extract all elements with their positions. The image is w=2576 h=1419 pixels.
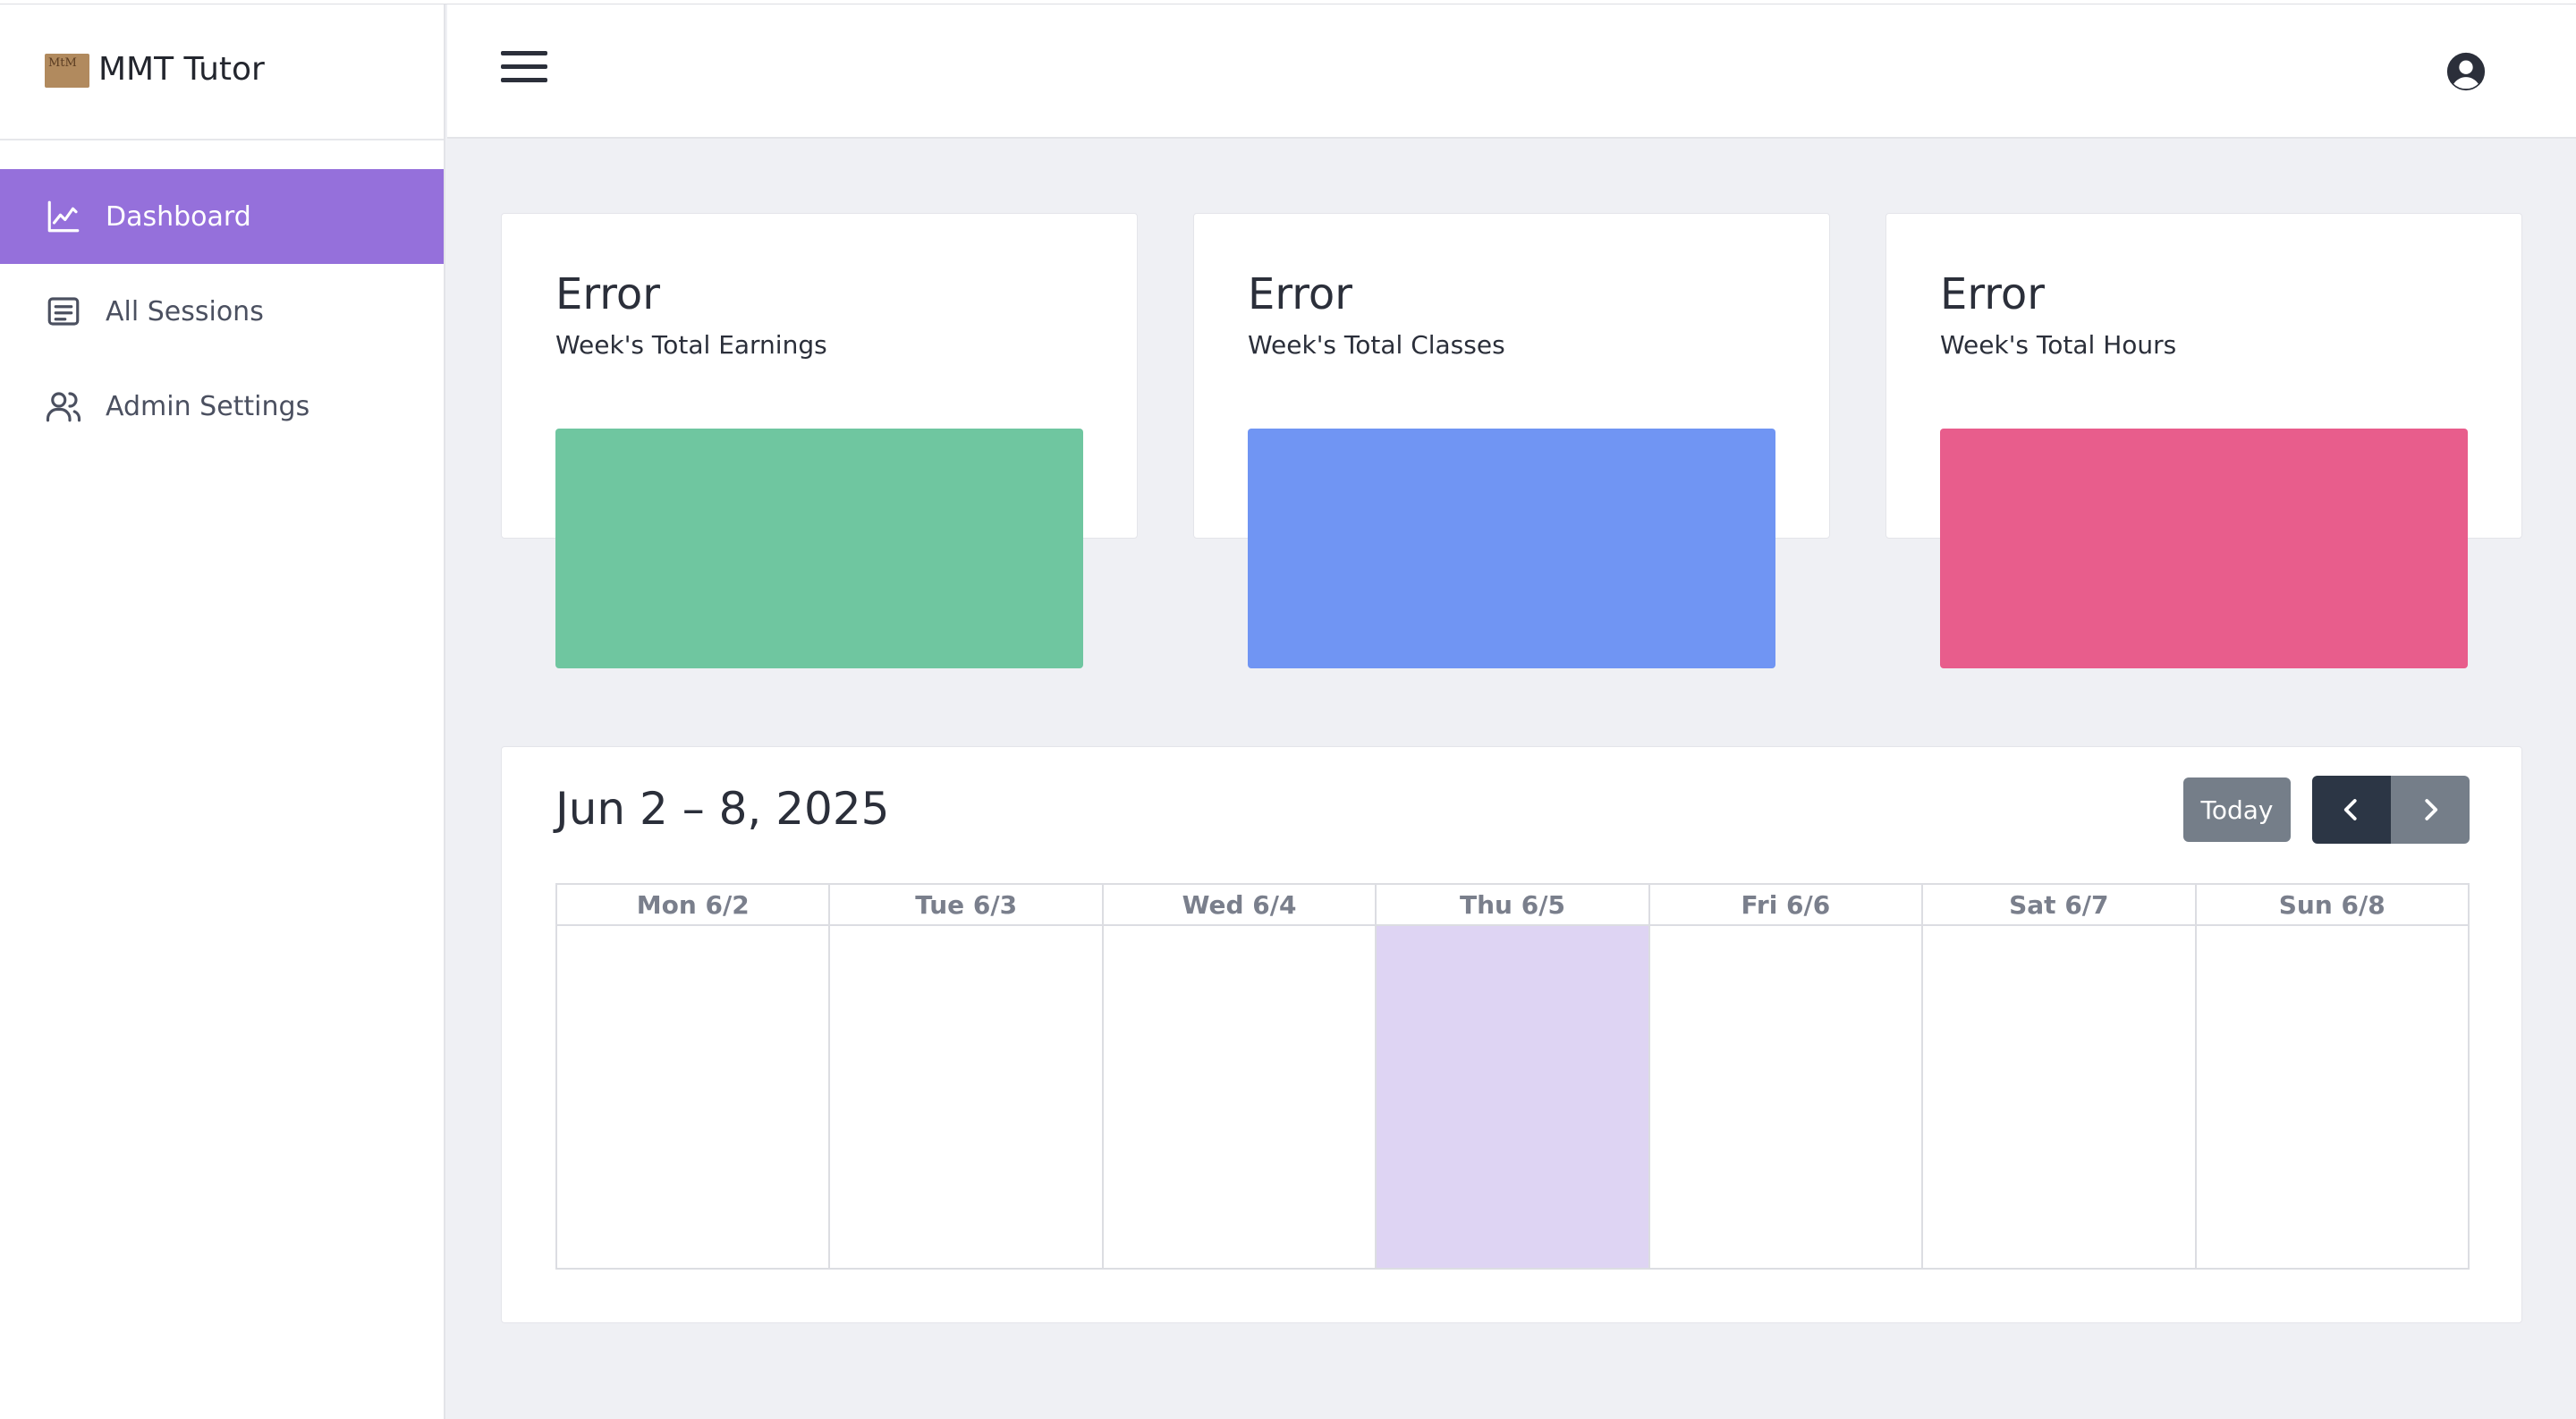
stat-card-earnings: Error Week's Total Earnings bbox=[501, 213, 1138, 668]
day-slot[interactable] bbox=[1923, 926, 2194, 1268]
brand-name: MMT Tutor bbox=[98, 51, 265, 88]
sidebar-item-label: Dashboard bbox=[106, 200, 251, 233]
day-slot[interactable] bbox=[557, 926, 828, 1268]
day-slot[interactable] bbox=[2197, 926, 2468, 1268]
day-header[interactable]: Wed 6/4 bbox=[1103, 885, 1376, 926]
day-column: Wed 6/4 bbox=[1103, 885, 1377, 1268]
stat-value: Error bbox=[555, 269, 660, 319]
sidebar-item-all-sessions[interactable]: All Sessions bbox=[0, 264, 444, 359]
day-header[interactable]: Mon 6/2 bbox=[557, 885, 829, 926]
stat-label: Week's Total Hours bbox=[1940, 330, 2177, 360]
day-column: Mon 6/2 bbox=[557, 885, 831, 1268]
stat-card-hours: Error Week's Total Hours bbox=[1885, 213, 2522, 668]
stat-color-block bbox=[1940, 429, 2468, 668]
day-column: Tue 6/3 bbox=[830, 885, 1104, 1268]
day-header[interactable]: Tue 6/3 bbox=[830, 885, 1102, 926]
brand-logo-text: MtM bbox=[48, 56, 77, 70]
day-column: Fri 6/6 bbox=[1649, 885, 1924, 1268]
hamburger-icon[interactable] bbox=[501, 51, 547, 89]
day-column: Sun 6/8 bbox=[2196, 885, 2468, 1268]
brand-logo: MtM bbox=[45, 54, 89, 88]
day-header[interactable]: Fri 6/6 bbox=[1649, 885, 1922, 926]
list-icon bbox=[47, 297, 80, 326]
top-bar bbox=[447, 4, 2576, 139]
sidebar-item-label: All Sessions bbox=[106, 295, 264, 327]
sidebar-item-dashboard[interactable]: Dashboard bbox=[0, 169, 444, 264]
week-calendar: Jun 2 – 8, 2025 Today Mon 6/2 Tue 6/3 We… bbox=[501, 746, 2522, 1323]
sidebar-item-admin-settings[interactable]: Admin Settings bbox=[0, 359, 444, 454]
user-circle-icon[interactable] bbox=[2445, 51, 2487, 92]
day-column: Sat 6/7 bbox=[1923, 885, 2197, 1268]
day-slot[interactable] bbox=[830, 926, 1101, 1268]
day-column: Thu 6/5 bbox=[1377, 885, 1650, 1268]
sidebar-nav: Dashboard All Sessions Admin Settings bbox=[0, 169, 444, 454]
stat-card-classes: Error Week's Total Classes bbox=[1193, 213, 1830, 668]
users-icon bbox=[46, 392, 81, 422]
app-root: MtM MMT Tutor Dashboard All Sessions Adm… bbox=[0, 0, 2576, 1419]
sidebar-item-label: Admin Settings bbox=[106, 390, 310, 422]
stat-label: Week's Total Classes bbox=[1248, 330, 1505, 360]
stat-value: Error bbox=[1940, 269, 2045, 319]
chevron-left-icon bbox=[2343, 799, 2357, 820]
day-header[interactable]: Sun 6/8 bbox=[2196, 885, 2468, 926]
sidebar: MtM MMT Tutor Dashboard All Sessions Adm… bbox=[0, 4, 445, 1419]
stat-label: Week's Total Earnings bbox=[555, 330, 827, 360]
today-button[interactable]: Today bbox=[2183, 777, 2291, 842]
stat-color-block bbox=[1248, 429, 1775, 668]
calendar-grid: Mon 6/2 Tue 6/3 Wed 6/4 Thu 6/5 Fri 6/6 … bbox=[555, 883, 2470, 1270]
brand[interactable]: MtM MMT Tutor bbox=[0, 4, 444, 140]
day-header[interactable]: Thu 6/5 bbox=[1377, 885, 1648, 926]
calendar-nav-group bbox=[2312, 776, 2470, 844]
day-slot[interactable] bbox=[1650, 926, 1921, 1268]
calendar-title: Jun 2 – 8, 2025 bbox=[555, 783, 890, 835]
stat-value: Error bbox=[1248, 269, 1352, 319]
window-top-strip bbox=[0, 0, 2576, 4]
stat-color-block bbox=[555, 429, 1083, 668]
chevron-right-icon bbox=[2425, 799, 2438, 820]
day-slot[interactable] bbox=[1377, 926, 1648, 1268]
day-header[interactable]: Sat 6/7 bbox=[1923, 885, 2195, 926]
day-slot[interactable] bbox=[1104, 926, 1375, 1268]
line-chart-icon bbox=[47, 200, 80, 233]
next-week-button[interactable] bbox=[2391, 776, 2470, 844]
prev-week-button[interactable] bbox=[2312, 776, 2391, 844]
